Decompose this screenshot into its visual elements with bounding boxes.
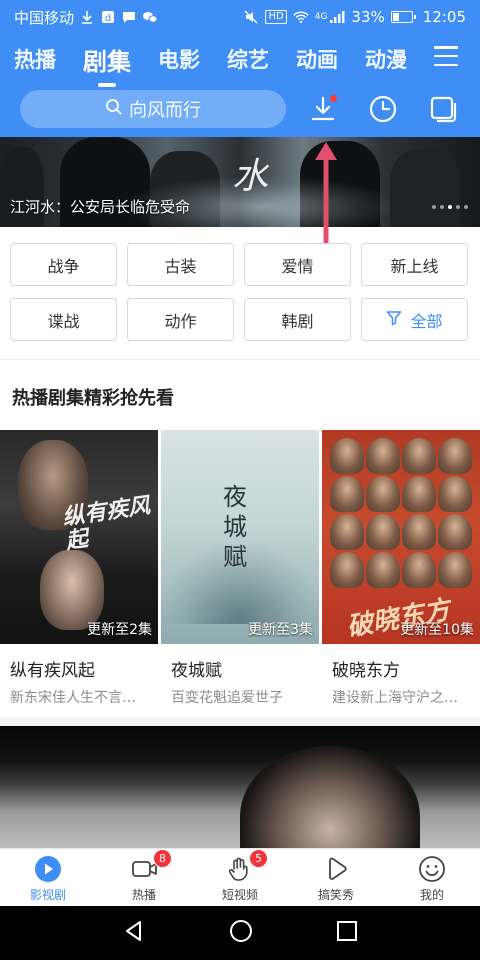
download-icon[interactable] [308,94,338,124]
carousel-indicator [432,205,468,209]
notification-badge: 8 [153,848,172,868]
genre-all-label: 全部 [410,311,443,331]
message-icon [121,9,137,25]
download-notification-dot [330,95,337,102]
home-icon[interactable] [229,919,253,947]
show-poster-3[interactable]: 破晓东方 更新至10集 [322,430,480,644]
battery-percent: 33% [351,8,385,26]
history-clock-icon[interactable] [368,94,398,124]
tab-animation[interactable]: 动画 [296,44,338,74]
section-divider [0,359,480,360]
show-posters: 纵有疾风起 更新至2集 夜城赋 更新至3集 破晓东方 更新至10集 [0,430,480,644]
search-icon [105,98,123,121]
banner-carousel[interactable]: 水 江河水：公安局长临危受命 [0,137,480,227]
menu-icon[interactable] [434,46,458,66]
search-bar[interactable]: 向风而行 [20,90,286,128]
tab-movies[interactable]: 电影 [158,44,200,74]
episode-badge: 更新至2集 [87,622,152,638]
banner-caption: 江河水：公安局长临危受命 [10,198,191,216]
section-title: 热播剧集精彩抢先看 [12,388,174,409]
wifi-icon [293,9,309,25]
hd-icon: HD [265,10,287,24]
carrier-label: 中国移动 [14,8,75,27]
nav-item-profile[interactable]: 我的 [384,849,480,906]
nav-item-funny[interactable]: 搞笑秀 [288,849,384,906]
notification-badge: 5 [249,848,268,868]
genre-grid: 战争 古装 爱情 新上线 谍战 动作 韩剧 全部 [10,243,470,341]
poster-title-art: 纵有疾风起 [60,493,152,555]
genre-romance-button[interactable]: 爱情 [244,243,351,286]
show-title: 破晓东方 [332,661,400,681]
nav-item-tv-series[interactable]: 影视剧 [0,849,96,906]
wechat-icon [142,9,158,25]
genre-all-button[interactable]: 全部 [361,298,468,341]
episode-badge: 更新至10集 [400,622,474,638]
tab-anime[interactable]: 动漫 [365,44,407,74]
play-triangle-icon [320,853,352,885]
episode-badge: 更新至3集 [248,622,313,638]
nav-label: 短视频 [221,887,258,902]
genre-new-button[interactable]: 新上线 [361,243,468,286]
nav-item-hot[interactable]: 8 热播 [96,848,192,906]
network-type: 4G [314,12,328,22]
battery-icon [390,11,416,23]
genre-action-button[interactable]: 动作 [127,298,234,341]
tab-hot[interactable]: 热播 [14,44,56,74]
hand-icon: 5 [224,848,268,885]
show-description: 百变花魁追爱世子 [171,690,283,706]
filter-icon [386,310,402,330]
show-description: 建设新上海守沪之… [332,690,458,706]
genre-spy-button[interactable]: 谍战 [10,298,117,341]
tab-variety[interactable]: 综艺 [227,44,269,74]
category-tabs: 热播 剧集 电影 综艺 动画 动漫 [0,36,480,87]
status-bar: 中国移动 d HD 4G 33% 12:05 [0,0,480,34]
show-title: 夜城赋 [171,661,222,681]
clock: 12:05 [422,8,466,26]
video-camera-icon: 8 [128,848,172,885]
nav-item-short-video[interactable]: 5 短视频 [192,848,288,906]
banner-title-art: 水 [232,156,269,197]
signal-icon [329,9,345,25]
show-title: 纵有疾风起 [10,661,95,681]
system-navigation-bar [0,906,480,960]
recents-icon[interactable] [336,920,358,946]
show-description: 新东宋佳人生不言… [10,690,136,706]
show-info-3[interactable]: 破晓东方 建设新上海守沪之… [322,656,480,707]
play-circle-icon [32,853,64,885]
window-icon[interactable] [428,94,458,124]
section-gap [0,718,480,726]
app-notification-icon: d [100,9,116,25]
svg-text:d: d [105,13,111,24]
show-info-1[interactable]: 纵有疾风起 新东宋佳人生不言… [0,656,158,707]
app-header: 中国移动 d HD 4G 33% 12:05 热播 剧集 电影 综艺 动画 动漫… [0,0,480,137]
genre-war-button[interactable]: 战争 [10,243,117,286]
bottom-nav: 影视剧 8 热播 5 短视频 搞笑秀 我的 [0,848,480,906]
back-icon[interactable] [122,919,146,947]
nav-label: 搞笑秀 [317,887,354,902]
nav-label: 我的 [419,887,444,902]
smiley-icon [416,853,448,885]
search-placeholder: 向风而行 [129,100,201,121]
genre-korean-button[interactable]: 韩剧 [244,298,351,341]
show-info-2[interactable]: 夜城赋 百变花魁追爱世子 [161,656,319,707]
poster-title-art: 夜城赋 [223,483,247,571]
genre-costume-button[interactable]: 古装 [127,243,234,286]
show-poster-1[interactable]: 纵有疾风起 更新至2集 [0,430,158,644]
video-feed-card[interactable] [0,726,480,848]
mute-icon [243,9,259,25]
show-poster-2[interactable]: 夜城赋 更新至3集 [161,430,319,644]
nav-label: 热播 [131,887,156,902]
download-status-icon [79,9,95,25]
tab-series[interactable]: 剧集 [83,42,131,87]
nav-label: 影视剧 [29,887,66,902]
